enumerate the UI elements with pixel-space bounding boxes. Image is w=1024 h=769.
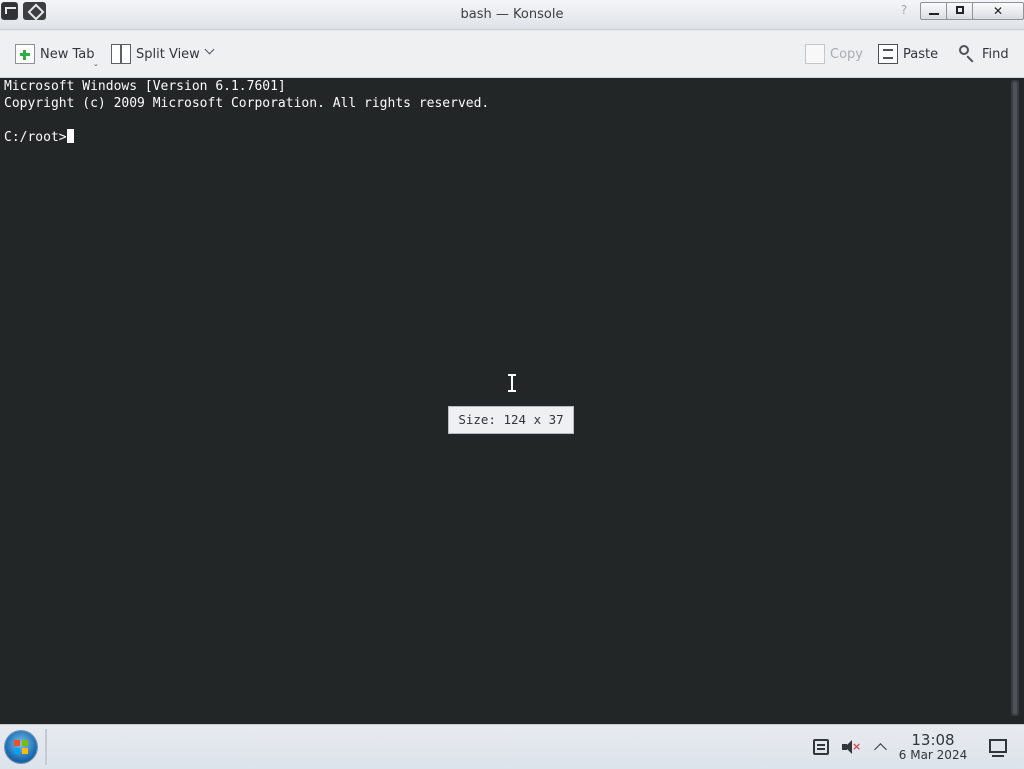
paste-button[interactable]: Paste [878,42,938,66]
close-button[interactable]: ✕ [972,2,1024,20]
window-title: bash — Konsole [460,7,564,22]
terminal-line: Copyright (c) 2009 Microsoft Corporation… [4,96,490,111]
clock-time[interactable]: 13:08 [898,731,968,749]
split-view-icon [111,44,131,64]
mute-indicator-icon: × [852,740,862,753]
chevron-down-icon[interactable] [205,47,214,56]
split-view-label: Split View [136,46,200,62]
paste-label: Paste [903,46,939,62]
maximize-button[interactable] [946,2,974,20]
start-button[interactable] [5,731,37,763]
terminal-area[interactable]: Microsoft Windows [Version 6.1.7601] Cop… [0,78,1010,724]
size-popup: Size: 124 x 37 [448,406,574,434]
paste-icon [878,44,898,64]
minimize-button[interactable] [920,2,948,20]
copy-label: Copy [830,46,863,62]
terminal-prompt-line: C:/root> [4,129,74,146]
taskbar: × 13:08 6 Mar 2024 [0,724,1024,769]
new-tab-icon [15,44,35,64]
copy-button[interactable]: Copy [805,42,863,66]
split-view-button[interactable]: Split View [111,42,200,66]
title-bar[interactable]: bash — Konsole ? ✕ [0,0,1024,30]
konsole-window: bash — Konsole ? ✕ New Tab ⌄ Split View … [0,0,1024,724]
find-icon [957,44,977,64]
mouse-ibeam-cursor-icon [507,373,517,393]
text-cursor [66,129,74,143]
taskbar-separator [45,729,47,765]
new-tab-dropdown-icon[interactable]: ⌄ [93,61,99,68]
terminal-line: Microsoft Windows [Version 6.1.7601] [4,79,286,94]
find-button[interactable]: Find [957,42,1009,66]
copy-icon [805,44,825,64]
terminal-prompt: C:/root> [4,130,67,145]
help-button[interactable]: ? [893,2,915,20]
new-tab-label: New Tab [40,46,95,62]
find-label: Find [982,46,1009,62]
clock-date[interactable]: 6 Mar 2024 [893,748,973,762]
new-tab-button[interactable]: New Tab [15,42,95,66]
toolbar: New Tab ⌄ Split View Copy Paste Find [0,30,1024,78]
chevron-up-icon[interactable] [873,739,889,755]
clipboard-icon[interactable] [813,739,829,755]
terminal-scrollbar[interactable] [1011,80,1019,716]
show-desktop-icon[interactable] [989,739,1007,757]
